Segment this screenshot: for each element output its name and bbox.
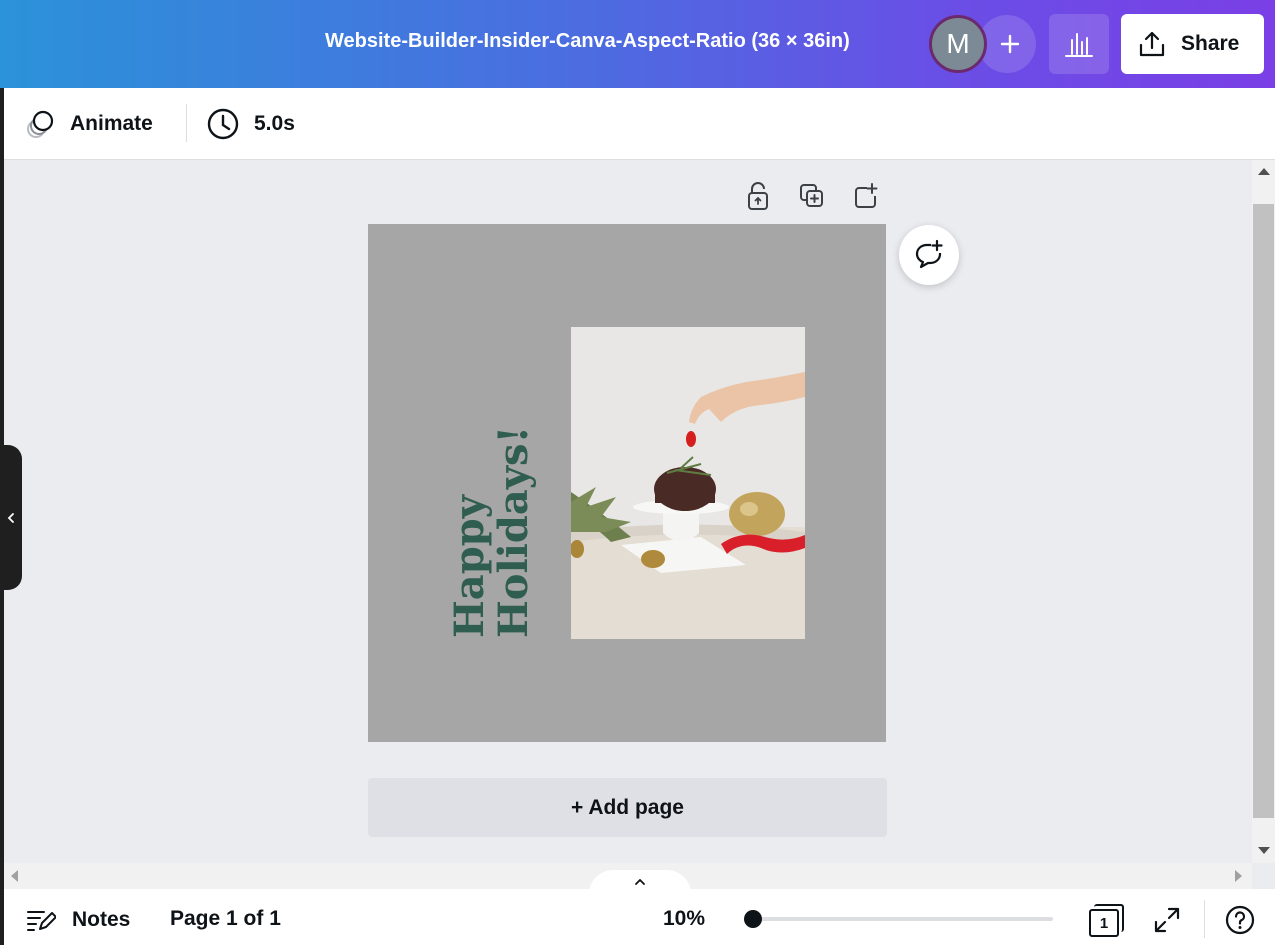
duration-label: 5.0s bbox=[254, 112, 295, 135]
editor-toolbar: Animate 5.0s bbox=[4, 88, 1275, 160]
footer-divider bbox=[1204, 900, 1205, 938]
page-grid-number: 1 bbox=[1089, 909, 1119, 937]
help-button[interactable] bbox=[1225, 905, 1255, 935]
plus-icon bbox=[1000, 34, 1020, 54]
page-count: Page 1 of 1 bbox=[170, 907, 281, 930]
share-label: Share bbox=[1181, 32, 1240, 55]
add-page-icon bbox=[855, 183, 878, 208]
insights-button[interactable] bbox=[1049, 14, 1109, 74]
add-page-button[interactable]: + Add page bbox=[368, 778, 887, 837]
vertical-scrollbar-thumb[interactable] bbox=[1253, 204, 1274, 818]
fullscreen-button[interactable] bbox=[1152, 905, 1182, 935]
zoom-slider-handle[interactable] bbox=[744, 910, 762, 928]
insights-icon bbox=[1065, 33, 1093, 57]
scroll-left-arrow[interactable] bbox=[11, 870, 18, 882]
clock-icon bbox=[207, 108, 239, 140]
user-avatar[interactable]: M bbox=[929, 15, 987, 73]
share-icon bbox=[1139, 31, 1165, 57]
fullscreen-icon bbox=[1154, 907, 1180, 933]
notes-button[interactable]: Notes bbox=[26, 904, 130, 936]
headline-text[interactable]: Happy Holidays! bbox=[446, 418, 537, 638]
scroll-up-arrow[interactable] bbox=[1258, 168, 1270, 175]
toolbar-divider bbox=[186, 104, 187, 142]
unlock-icon bbox=[748, 182, 768, 210]
pudding-photo[interactable] bbox=[571, 327, 805, 639]
side-panel-toggle[interactable] bbox=[0, 445, 22, 590]
duplicate-page-icon bbox=[800, 184, 823, 207]
add-comment-icon bbox=[915, 239, 943, 269]
zoom-slider-track[interactable] bbox=[753, 917, 1053, 921]
lock-page-button[interactable] bbox=[744, 180, 772, 212]
chevron-left-icon bbox=[7, 512, 14, 523]
grid-view-button[interactable]: 1 bbox=[1089, 903, 1125, 937]
add-comment-button[interactable] bbox=[899, 225, 959, 285]
add-page-icon-button[interactable] bbox=[852, 180, 880, 212]
animate-button[interactable]: Animate bbox=[24, 106, 153, 142]
top-header-bar: Website-Builder-Insider-Canva-Aspect-Rat… bbox=[0, 0, 1275, 88]
scroll-right-arrow[interactable] bbox=[1235, 870, 1242, 882]
duplicate-page-button[interactable] bbox=[798, 180, 826, 212]
notes-icon bbox=[27, 911, 56, 931]
notes-label: Notes bbox=[72, 908, 131, 931]
zoom-level[interactable]: 10% bbox=[663, 907, 705, 931]
headline-line-2: Holidays! bbox=[490, 425, 537, 638]
page-panel-toggle[interactable] bbox=[589, 870, 691, 894]
scroll-down-arrow[interactable] bbox=[1258, 847, 1270, 854]
duration-button[interactable]: 5.0s bbox=[206, 106, 295, 142]
headline-line-1: Happy bbox=[446, 495, 493, 638]
help-icon bbox=[1225, 905, 1255, 935]
chevron-up-icon bbox=[635, 878, 645, 885]
page-actions bbox=[744, 180, 880, 212]
share-button[interactable]: Share bbox=[1121, 14, 1264, 74]
animate-label: Animate bbox=[70, 112, 153, 135]
animate-icon bbox=[27, 110, 54, 138]
document-title[interactable]: Website-Builder-Insider-Canva-Aspect-Rat… bbox=[325, 30, 850, 53]
